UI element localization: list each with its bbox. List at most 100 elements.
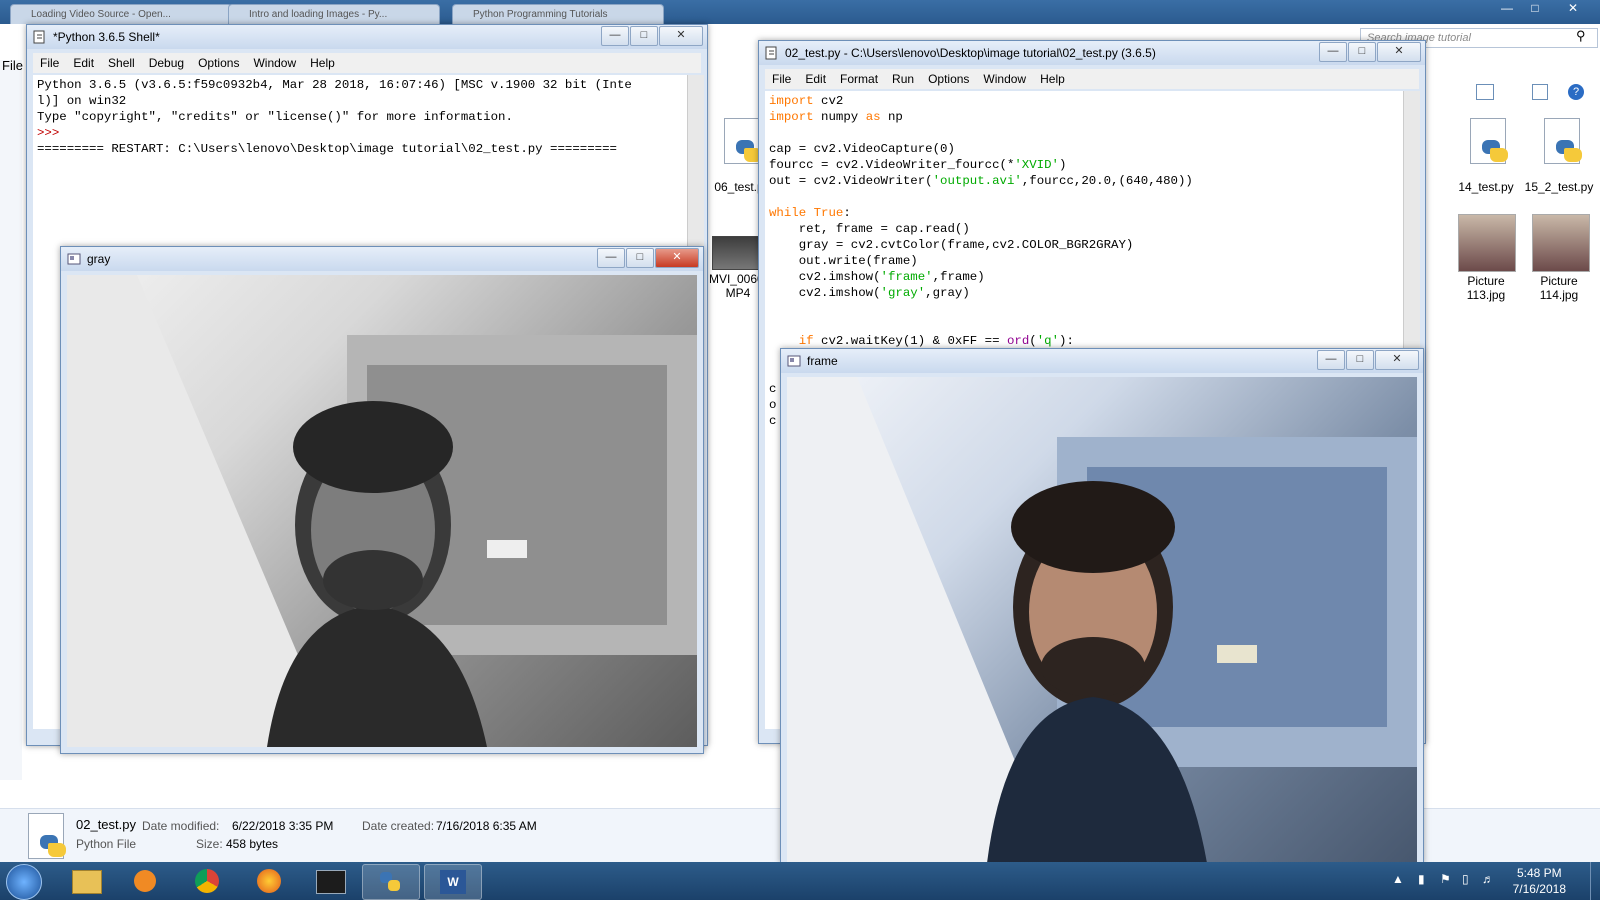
browser-minimize-button[interactable]: —: [1494, 0, 1520, 18]
shell-menu-window[interactable]: Window: [246, 56, 303, 70]
shell-maximize-button[interactable]: □: [630, 26, 658, 46]
browser-tab-3[interactable]: Python Programming Tutorials: [452, 4, 664, 25]
browser-tab-2[interactable]: Intro and loading Images - Py...: [228, 4, 440, 25]
chrome-taskbar-icon[interactable]: [180, 864, 236, 898]
browser-close-button[interactable]: ✕: [1560, 0, 1586, 18]
taskbar: W ▲ ▮ ⚑ ▯ ♬ 5:48 PM 7/16/2018: [0, 862, 1600, 900]
shell-menu-help[interactable]: Help: [303, 56, 342, 70]
python-taskbar-icon[interactable]: [362, 864, 420, 900]
file-label-15-2-test[interactable]: 15_2_test.py: [1524, 180, 1594, 194]
show-desktop-button[interactable]: [1590, 862, 1600, 900]
shell-menu-file[interactable]: File: [33, 56, 66, 70]
battery-icon[interactable]: ▯: [1462, 872, 1469, 886]
shell-menu-options[interactable]: Options: [191, 56, 246, 70]
shell-title-bar[interactable]: *Python 3.6.5 Shell* — □ ✕: [27, 25, 707, 49]
editor-minimize-button[interactable]: —: [1319, 42, 1347, 62]
code-keyword: import: [769, 110, 814, 124]
terminal-taskbar-icon[interactable]: [302, 864, 358, 898]
image-thumbnail[interactable]: [1532, 214, 1590, 272]
code-keyword: True: [813, 206, 844, 220]
code-line: import cv2: [769, 93, 1403, 109]
preview-pane-icon[interactable]: [1532, 84, 1548, 100]
start-button[interactable]: [6, 864, 42, 900]
editor-menu-run[interactable]: Run: [885, 72, 921, 86]
details-created-value: 7/16/2018 6:35 AM: [436, 819, 537, 833]
gray-title-bar[interactable]: gray — □ ✕: [61, 247, 703, 271]
view-options-icon[interactable]: [1476, 84, 1494, 100]
code-line: cv2.imshow('gray',gray): [769, 285, 1403, 301]
word-taskbar-icon[interactable]: W: [424, 864, 482, 900]
volume-icon[interactable]: ♬: [1482, 872, 1494, 886]
frame-window-title: frame: [807, 354, 838, 368]
code-line: gray = cv2.cvtColor(frame,cv2.COLOR_BGR2…: [769, 238, 1134, 252]
code-line: out = cv2.VideoWriter('output.avi',fourc…: [769, 173, 1403, 189]
code-keyword: while: [769, 206, 807, 220]
frame-minimize-button[interactable]: —: [1317, 350, 1345, 370]
editor-close-button[interactable]: ✕: [1377, 42, 1421, 62]
python-file-icon[interactable]: [1538, 118, 1584, 170]
python-file-icon: [22, 813, 68, 865]
code-text: numpy: [813, 110, 866, 124]
code-text: (: [1029, 334, 1037, 348]
editor-menu-file[interactable]: File: [765, 72, 798, 86]
details-modified-value: 6/22/2018 3:35 PM: [232, 819, 334, 833]
media-player-taskbar-icon[interactable]: [118, 864, 174, 898]
editor-menu-format[interactable]: Format: [833, 72, 885, 86]
code-string: 'gray': [880, 286, 926, 300]
shell-title: *Python 3.6.5 Shell*: [53, 30, 160, 44]
browser-tab-1[interactable]: Loading Video Source - Open...: [10, 4, 232, 25]
show-hidden-icons-icon[interactable]: ▲: [1392, 872, 1404, 886]
code-text: ,frame): [932, 270, 985, 284]
explorer-file-menu[interactable]: File: [2, 58, 23, 73]
code-text: ):: [1059, 334, 1074, 348]
editor-menu-bar: File Edit Format Run Options Window Help: [765, 69, 1419, 89]
editor-menu-edit[interactable]: Edit: [798, 72, 833, 86]
shell-minimize-button[interactable]: —: [601, 26, 629, 46]
details-file-type: Python File: [76, 837, 137, 851]
search-icon[interactable]: ⚲: [1576, 28, 1586, 44]
frame-close-button[interactable]: ✕: [1375, 350, 1419, 370]
frame-title-bar[interactable]: frame — □ ✕: [781, 349, 1423, 373]
shell-menu-edit[interactable]: Edit: [66, 56, 101, 70]
image-thumbnail[interactable]: [1458, 214, 1516, 272]
shell-menu-debug[interactable]: Debug: [142, 56, 191, 70]
code-line: out.write(frame): [769, 254, 918, 268]
flag-icon[interactable]: ⚑: [1440, 872, 1451, 886]
taskbar-clock[interactable]: 5:48 PM 7/16/2018: [1513, 865, 1566, 897]
editor-menu-help[interactable]: Help: [1033, 72, 1072, 86]
firefox-taskbar-icon[interactable]: [242, 864, 298, 898]
gray-minimize-button[interactable]: —: [597, 248, 625, 268]
gray-close-button[interactable]: ✕: [655, 248, 699, 268]
shell-close-button[interactable]: ✕: [659, 26, 703, 46]
file-label-picture-114[interactable]: Picture 114.jpg: [1524, 274, 1594, 302]
explorer-taskbar-icon[interactable]: [58, 864, 114, 898]
file-label-14-test[interactable]: 14_test.py: [1448, 180, 1524, 194]
shell-line: l)] on win32: [37, 94, 127, 108]
code-builtin: ord: [1006, 334, 1030, 348]
editor-menu-options[interactable]: Options: [921, 72, 976, 86]
gray-video-window[interactable]: gray — □ ✕: [60, 246, 704, 754]
gray-maximize-button[interactable]: □: [626, 248, 654, 268]
code-text: np: [880, 110, 903, 124]
help-icon[interactable]: ?: [1568, 84, 1584, 100]
frame-maximize-button[interactable]: □: [1346, 350, 1374, 370]
idle-icon: [765, 46, 777, 60]
file-label-picture-113[interactable]: Picture 113.jpg: [1448, 274, 1524, 302]
shell-line: Python 3.6.5 (v3.6.5:f59c0932b4, Mar 28 …: [37, 78, 632, 92]
code-string: 'output.avi': [932, 174, 1022, 188]
frame-video-window[interactable]: frame — □ ✕: [780, 348, 1424, 864]
code-line: while True:: [769, 205, 1403, 221]
editor-title-bar[interactable]: 02_test.py - C:\Users\lenovo\Desktop\ima…: [759, 41, 1425, 65]
editor-maximize-button[interactable]: □: [1348, 42, 1376, 62]
explorer-nav-pane[interactable]: [0, 60, 22, 780]
shell-prompt[interactable]: >>>: [37, 125, 685, 141]
python-file-icon[interactable]: [1464, 118, 1510, 170]
gray-window-title: gray: [87, 252, 111, 266]
browser-maximize-button[interactable]: □: [1522, 0, 1548, 18]
code-string: 'XVID': [1014, 158, 1059, 172]
editor-menu-window[interactable]: Window: [976, 72, 1033, 86]
network-signal-icon[interactable]: ▮: [1418, 872, 1425, 886]
gray-webcam-image: [67, 275, 697, 747]
shell-menu-shell[interactable]: Shell: [101, 56, 142, 70]
